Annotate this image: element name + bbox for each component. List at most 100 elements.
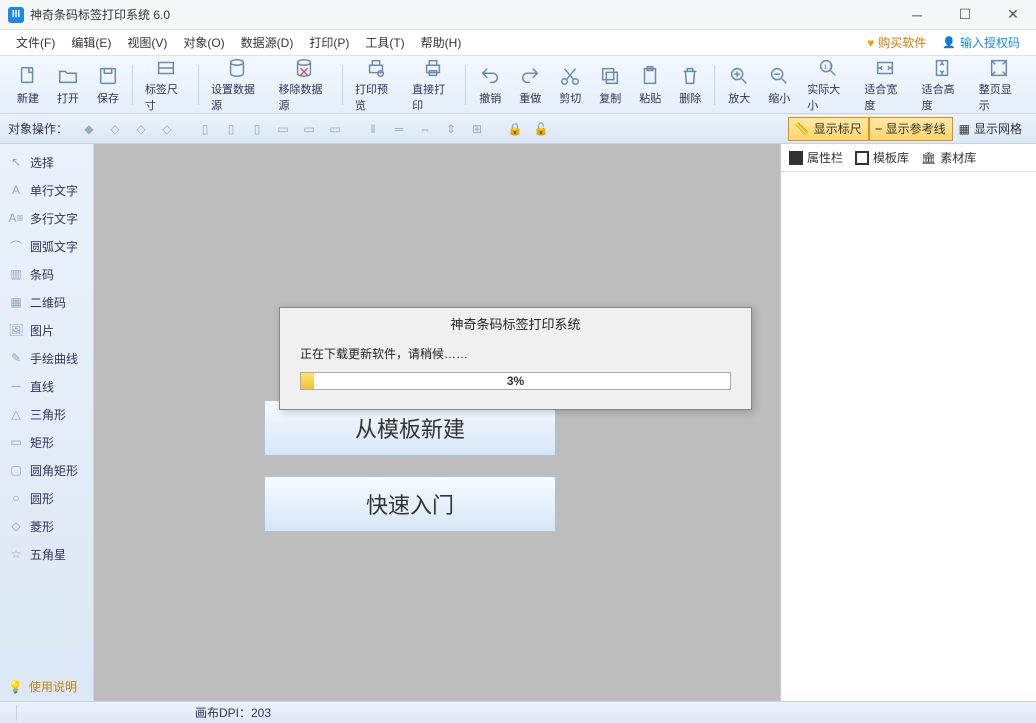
buy-software-link[interactable]: 购买软件	[859, 34, 934, 51]
menu-file[interactable]: 文件(F)	[8, 34, 63, 51]
tb-label-size[interactable]: 标签尺寸	[137, 56, 194, 113]
menu-edit[interactable]: 编辑(E)	[63, 34, 119, 51]
group-icon[interactable]: ⊞	[464, 117, 490, 141]
same-height-icon[interactable]: ⇕	[438, 117, 464, 141]
tb-copy[interactable]: 复制	[590, 56, 630, 113]
align-top-icon[interactable]: ▭	[270, 117, 296, 141]
tb-delete[interactable]: 删除	[670, 56, 710, 113]
tb-set-datasource[interactable]: 设置数据源	[203, 56, 270, 113]
distribute-h-icon[interactable]: ‖	[360, 117, 386, 141]
tab-assets[interactable]: 🏛素材库	[921, 149, 976, 166]
download-dialog: 神奇条码标签打印系统 正在下载更新软件，请稍候…… 3%	[279, 307, 752, 410]
show-guides-toggle[interactable]: ⎯显示参考线	[869, 117, 953, 141]
tb-fit-width[interactable]: 适合宽度	[856, 56, 913, 113]
multitext-icon: A≡	[8, 210, 24, 226]
tb-zoom-out[interactable]: 缩小	[759, 56, 799, 113]
circle-icon: ○	[8, 490, 24, 506]
tool-image[interactable]: 🖼图片	[0, 316, 93, 344]
menubar: 文件(F) 编辑(E) 视图(V) 对象(O) 数据源(D) 打印(P) 工具(…	[0, 30, 1036, 56]
tool-freehand[interactable]: ✎手绘曲线	[0, 344, 93, 372]
tool-barcode[interactable]: ▥条码	[0, 260, 93, 288]
object-ops-label: 对象操作：	[8, 120, 68, 137]
tb-save[interactable]: 保存	[88, 56, 128, 113]
tb-fit-page[interactable]: 整页显示	[971, 56, 1028, 113]
cursor-icon: ↖	[8, 154, 24, 170]
qrcode-icon: ▦	[8, 294, 24, 310]
tab-templates[interactable]: 模板库	[855, 149, 909, 166]
object-toolbar: 对象操作： ◆ ◇ ◇ ◇ ▯ ▯ ▯ ▭ ▭ ▭ ‖ ═ ⇔ ⇕ ⊞ 🔒 🔓 …	[0, 114, 1036, 144]
lock-icon[interactable]: 🔒	[502, 117, 528, 141]
left-toolbox: ↖选择 A单行文字 A≡多行文字 ⌒圆弧文字 ▥条码 ▦二维码 🖼图片 ✎手绘曲…	[0, 144, 94, 701]
quickstart-button[interactable]: 快速入门	[264, 476, 556, 532]
diamond-icon: ◇	[8, 518, 24, 534]
menu-tools[interactable]: 工具(T)	[357, 34, 412, 51]
tb-paste[interactable]: 粘贴	[630, 56, 670, 113]
align-right-icon[interactable]: ▯	[244, 117, 270, 141]
help-link[interactable]: 使用说明	[8, 678, 77, 695]
align-left-icon[interactable]: ▯	[192, 117, 218, 141]
tb-print-preview[interactable]: 打印预览	[347, 56, 404, 113]
dialog-title: 神奇条码标签打印系统	[280, 308, 751, 339]
guides-icon: ⎯	[876, 121, 882, 136]
app-icon: III	[8, 7, 24, 23]
tool-diamond[interactable]: ◇菱形	[0, 512, 93, 540]
tb-undo[interactable]: 撤销	[470, 56, 510, 113]
show-grid-toggle[interactable]: ▦显示网格	[953, 117, 1028, 141]
tool-multi-text[interactable]: A≡多行文字	[0, 204, 93, 232]
canvas-dpi-label: 画布DPI：203	[195, 704, 271, 721]
window-title: 神奇条码标签打印系统 6.0	[30, 6, 902, 23]
tool-select[interactable]: ↖选择	[0, 148, 93, 176]
tb-open[interactable]: 打开	[48, 56, 88, 113]
menu-print[interactable]: 打印(P)	[301, 34, 357, 51]
menu-object[interactable]: 对象(O)	[175, 34, 232, 51]
tool-rect[interactable]: ▭矩形	[0, 428, 93, 456]
tb-actual-size[interactable]: 1:1实际大小	[799, 56, 856, 113]
tool-star[interactable]: ☆五角星	[0, 540, 93, 568]
align-center-icon[interactable]: ▯	[218, 117, 244, 141]
maximize-button[interactable]: ☐	[950, 0, 980, 30]
same-width-icon[interactable]: ⇔	[412, 117, 438, 141]
enter-license-link[interactable]: 输入授权码	[934, 34, 1028, 51]
star-icon: ☆	[8, 546, 24, 562]
image-icon: 🖼	[8, 322, 24, 338]
dialog-message: 正在下载更新软件，请稍候……	[280, 339, 751, 372]
tool-circle[interactable]: ○圆形	[0, 484, 93, 512]
show-ruler-toggle[interactable]: 📏显示标尺	[788, 117, 869, 141]
rect-icon: ▭	[8, 434, 24, 450]
distribute-v-icon[interactable]: ═	[386, 117, 412, 141]
layer-bottom-icon[interactable]: ◇	[154, 117, 180, 141]
tool-round-rect[interactable]: ▢圆角矩形	[0, 456, 93, 484]
menu-view[interactable]: 视图(V)	[119, 34, 175, 51]
progress-text: 3%	[301, 373, 730, 389]
tb-new[interactable]: 新建	[8, 56, 48, 113]
tb-zoom-in[interactable]: 放大	[719, 56, 759, 113]
unlock-icon[interactable]: 🔓	[528, 117, 554, 141]
tb-fit-height[interactable]: 适合高度	[914, 56, 971, 113]
statusbar: 画布DPI：203	[0, 701, 1036, 723]
triangle-icon: △	[8, 406, 24, 422]
tab-properties[interactable]: 属性栏	[789, 149, 843, 166]
ruler-icon: 📏	[795, 122, 810, 136]
tb-redo[interactable]: 重做	[510, 56, 550, 113]
canvas-area[interactable]: 从模板新建 快速入门	[94, 144, 780, 701]
tb-remove-datasource[interactable]: 移除数据源	[271, 56, 338, 113]
align-bottom-icon[interactable]: ▭	[322, 117, 348, 141]
arctext-icon: ⌒	[8, 238, 24, 254]
menu-datasource[interactable]: 数据源(D)	[233, 34, 302, 51]
close-button[interactable]: ✕	[998, 0, 1028, 30]
align-middle-icon[interactable]: ▭	[296, 117, 322, 141]
tb-cut[interactable]: 剪切	[550, 56, 590, 113]
pencil-icon: ✎	[8, 350, 24, 366]
layer-icon[interactable]: ◆	[76, 117, 102, 141]
tool-triangle[interactable]: △三角形	[0, 400, 93, 428]
menu-help[interactable]: 帮助(H)	[413, 34, 470, 51]
tool-arc-text[interactable]: ⌒圆弧文字	[0, 232, 93, 260]
minimize-button[interactable]: ─	[902, 0, 932, 30]
tool-single-text[interactable]: A单行文字	[0, 176, 93, 204]
tb-print[interactable]: 直接打印	[404, 56, 461, 113]
svg-text:1:1: 1:1	[823, 63, 832, 70]
layer-up-icon[interactable]: ◇	[102, 117, 128, 141]
tool-line[interactable]: ─直线	[0, 372, 93, 400]
tool-qrcode[interactable]: ▦二维码	[0, 288, 93, 316]
layer-down-icon[interactable]: ◇	[128, 117, 154, 141]
